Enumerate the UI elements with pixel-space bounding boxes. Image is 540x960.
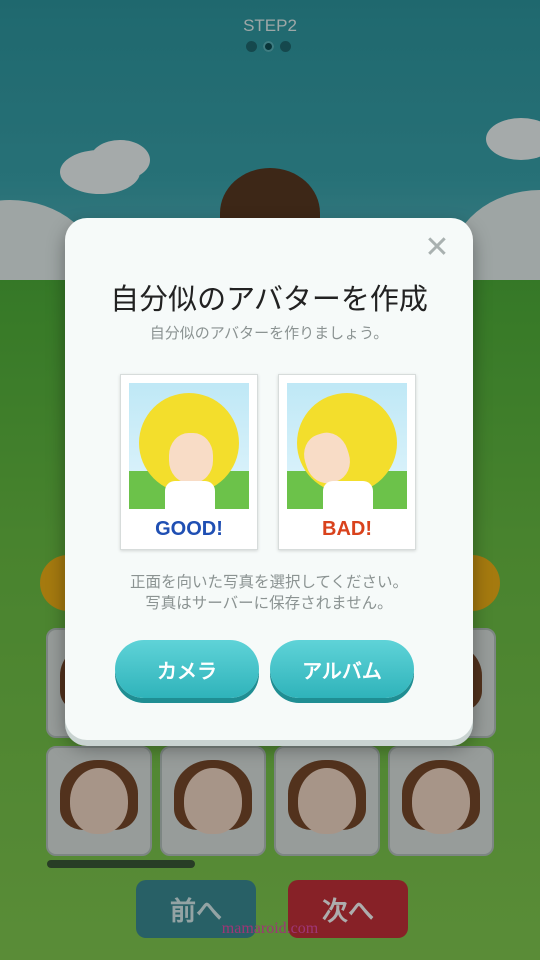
bad-caption: BAD! [322,518,372,540]
good-example-photo: GOOD! [120,374,258,550]
note-line: 正面を向いた写真を選択してください。 [129,573,409,591]
note-line: 写真はサーバーに保存されません。 [145,594,393,612]
dialog-title: 自分似のアバターを作成 [110,282,428,316]
bad-example-photo: BAD! [278,374,416,550]
close-icon[interactable]: ✕ [423,233,451,263]
sample-photo-image [129,383,249,509]
good-caption: GOOD! [155,518,223,540]
sample-photo-image [287,383,407,509]
album-button[interactable]: アルバム [270,640,414,698]
create-avatar-dialog: ✕ 自分似のアバターを作成 自分似のアバターを作りましょう。 GOOD! BAD… [65,218,473,740]
dialog-subtitle: 自分似のアバターを作りましょう。 [149,324,389,342]
instruction-note: 正面を向いた写真を選択してください。 写真はサーバーに保存されません。 [65,572,473,614]
camera-button[interactable]: カメラ [115,640,259,698]
